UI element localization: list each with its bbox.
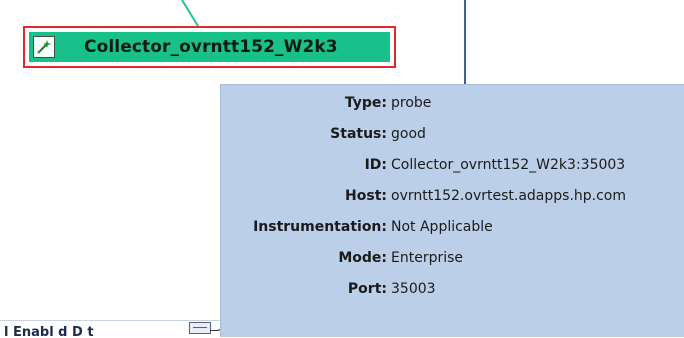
tooltip-key: Status: — [330, 126, 387, 142]
collapse-icon[interactable] — [189, 322, 211, 334]
tooltip-value: ovrntt152.ovrtest.adapps.hp.com — [391, 188, 626, 204]
bottom-panel: l Enabl d D t — [0, 320, 220, 338]
panel-divider — [464, 0, 466, 86]
tooltip-row: ID: Collector_ovrntt152_W2k3:35003 — [221, 155, 684, 175]
tooltip-key: Host: — [345, 188, 387, 204]
wand-icon — [33, 36, 55, 58]
tooltip-row: Instrumentation: Not Applicable — [221, 217, 684, 237]
tooltip-value: Collector_ovrntt152_W2k3:35003 — [391, 157, 626, 173]
tooltip-key: Port: — [347, 281, 387, 297]
tooltip-value: good — [391, 126, 426, 142]
tooltip-row: Port: 35003 — [221, 279, 684, 299]
node-label: Collector_ovrntt152_W2k3 — [84, 37, 338, 57]
tooltip-row: Status: good — [221, 124, 684, 144]
topology-canvas[interactable]: Collector_ovrntt152_W2k3 l Enabl d D t T… — [0, 0, 684, 338]
tooltip-row: Type: probe — [221, 93, 684, 113]
tooltip-key: Instrumentation: — [253, 219, 387, 235]
tooltip-value: Not Applicable — [391, 219, 493, 235]
tooltip-row: Host: ovrntt152.ovrtest.adapps.hp.com — [221, 186, 684, 206]
tooltip-value: 35003 — [391, 281, 436, 297]
node-body[interactable]: Collector_ovrntt152_W2k3 — [29, 32, 390, 62]
topology-node-collector[interactable]: Collector_ovrntt152_W2k3 — [23, 26, 396, 68]
tooltip-key: Type: — [344, 95, 387, 111]
tooltip-value: probe — [391, 95, 432, 111]
tooltip-value: Enterprise — [391, 250, 464, 266]
bottom-panel-text: l Enabl d D t — [4, 325, 94, 338]
tooltip-key: Mode: — [338, 250, 387, 266]
tooltip-key: ID: — [364, 157, 387, 173]
tooltip-row: Mode: Enterprise — [221, 248, 684, 268]
node-tooltip: Type: probe Status: good ID: Collector_ovrntt… — [220, 84, 684, 337]
